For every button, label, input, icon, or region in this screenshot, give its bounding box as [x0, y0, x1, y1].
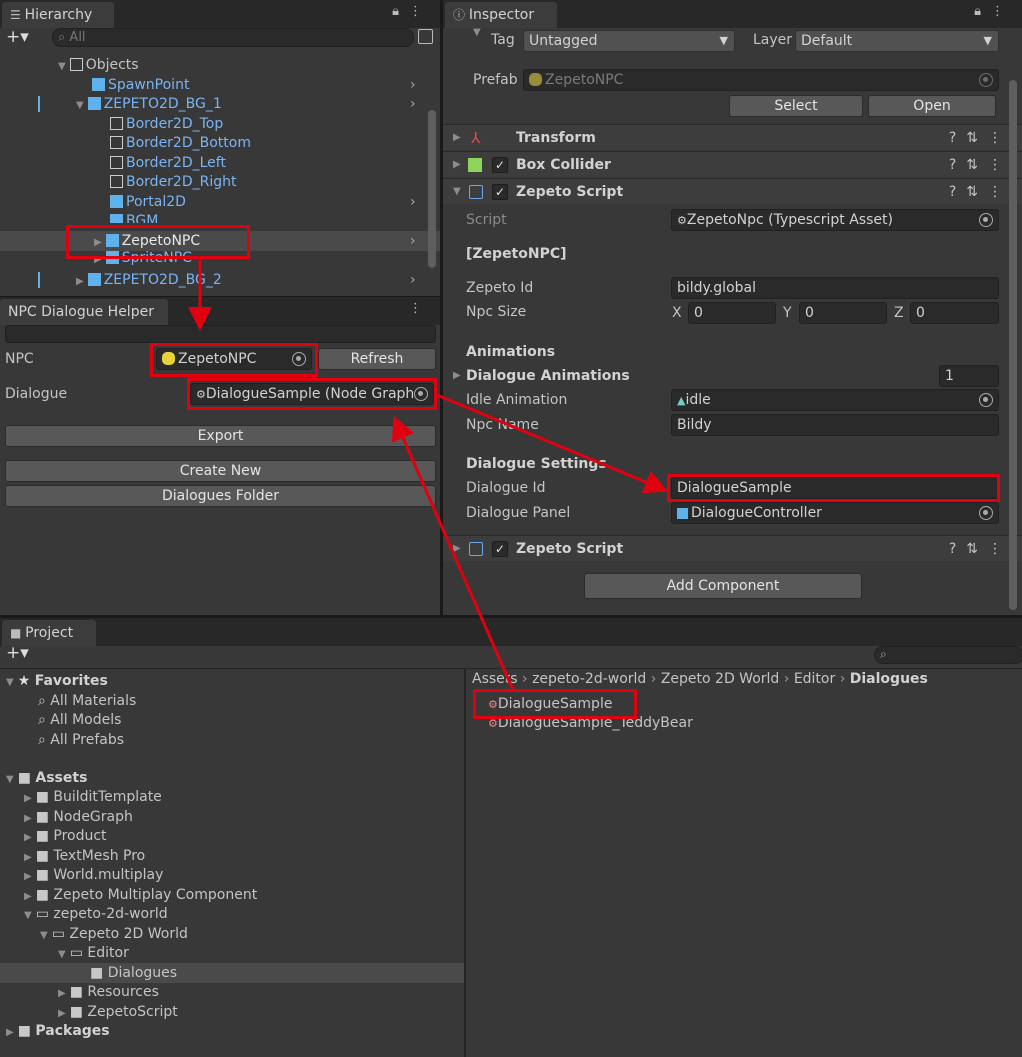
arrow-dialogue-to-dialogue-id — [436, 393, 669, 494]
annotation-arrows — [188, 260, 669, 691]
arrow-asset-to-dialogue-field — [391, 415, 515, 691]
